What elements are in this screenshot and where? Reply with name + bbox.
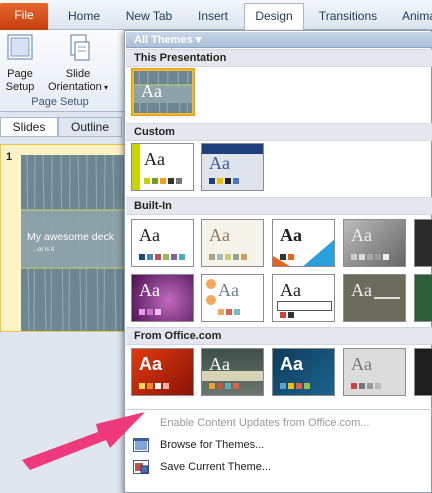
tab-animations[interactable]: Anima	[394, 4, 432, 30]
save-theme-icon	[133, 460, 149, 474]
section-this-presentation: This Presentation	[126, 49, 432, 67]
save-current-theme-label: Save Current Theme...	[160, 461, 272, 473]
tab-design[interactable]: Design	[244, 3, 304, 30]
chevron-down-icon: ▾	[101, 83, 109, 92]
all-themes-header[interactable]: All Themes ▾	[126, 32, 432, 48]
theme-apex[interactable]: Aa	[343, 219, 406, 267]
theme-color-chips	[209, 178, 239, 184]
theme-composite[interactable]: Aa	[343, 274, 406, 322]
page-setup-icon	[7, 34, 33, 60]
theme-office[interactable]: Aa	[131, 219, 194, 267]
theme-color-chips	[351, 383, 381, 389]
theme-custom-2[interactable]: Aa	[201, 143, 264, 191]
section-custom: Custom	[126, 123, 432, 141]
section-from-office: From Office.com	[126, 327, 432, 345]
tab-slides[interactable]: Slides	[0, 117, 58, 137]
tab-outline[interactable]: Outline	[58, 117, 122, 137]
theme-color-chips	[351, 254, 389, 260]
theme-dot	[206, 295, 216, 305]
theme-sample-text: Aa	[139, 280, 160, 300]
theme-partial-2[interactable]	[414, 274, 432, 322]
theme-color-chips	[280, 383, 310, 389]
theme-color-chips	[139, 254, 185, 260]
tab-transitions[interactable]: Transitions	[308, 4, 388, 30]
theme-clarity[interactable]: Aa	[272, 274, 335, 322]
theme-sample-text: Aa	[351, 354, 372, 374]
theme-accent-bar	[132, 144, 140, 190]
theme-sample-text: Aa	[141, 81, 162, 101]
theme-color-chips	[209, 254, 247, 260]
theme-adjacency[interactable]: Aa	[201, 219, 264, 267]
theme-office-com-2[interactable]: Aa	[201, 348, 264, 396]
theme-office-com-3[interactable]: Aa	[272, 348, 335, 396]
ribbon-page-setup-group: Page Setup Slide Orientation ▾ Page Setu…	[0, 30, 130, 112]
enable-content-updates-item: Enable Content Updates from Office.com..…	[126, 412, 432, 434]
slide-thumbnail[interactable]: My awesome deck ...or is it	[21, 155, 131, 331]
theme-color-chips	[139, 383, 169, 389]
theme-color-chips	[209, 383, 239, 389]
tab-home[interactable]: Home	[58, 4, 110, 30]
browse-themes-icon	[133, 438, 149, 452]
tab-file[interactable]: File	[0, 3, 48, 30]
slide-thumbnail-row[interactable]: 1 My awesome deck ...or is it	[0, 144, 131, 332]
theme-sample-text: Aa	[280, 354, 304, 374]
save-current-theme-item[interactable]: Save Current Theme...	[126, 456, 432, 478]
slide-orientation-label: Slide Orientation ▾	[47, 68, 109, 93]
slide-orientation-button[interactable]: Slide Orientation ▾	[42, 32, 114, 94]
theme-partial-3[interactable]	[414, 348, 432, 396]
theme-sample-text: Aa	[351, 280, 372, 300]
theme-sample-text: Aa	[144, 149, 165, 169]
ribbon-tab-bar: File Home New Tab Insert Design Transiti…	[0, 0, 432, 30]
theme-custom-1[interactable]: Aa	[131, 143, 194, 191]
theme-color-chips	[218, 309, 240, 315]
menu-separator	[126, 409, 432, 410]
theme-sample-text: Aa	[280, 280, 301, 300]
theme-color-chips	[139, 309, 161, 315]
theme-color-chips	[280, 312, 294, 318]
slide-title: My awesome deck	[27, 231, 114, 243]
theme-sample-text: Aa	[209, 354, 230, 374]
page-setup-label: Page Setup	[5, 68, 35, 93]
all-themes-label[interactable]: All Themes ▾	[134, 33, 201, 47]
theme-sample-text: Aa	[280, 225, 302, 245]
tab-new-tab[interactable]: New Tab	[116, 4, 182, 30]
theme-sample-text: Aa	[139, 225, 160, 245]
theme-angles[interactable]: Aa	[272, 219, 335, 267]
enable-content-updates-label: Enable Content Updates from Office.com..…	[160, 417, 370, 429]
browse-for-themes-item[interactable]: Browse for Themes...	[126, 434, 432, 456]
theme-rule	[374, 297, 400, 299]
slide-orientation-icon	[70, 34, 90, 61]
slide-number: 1	[6, 151, 13, 163]
theme-office-com-1[interactable]: Aa	[131, 348, 194, 396]
section-built-in: Built-In	[126, 197, 432, 215]
theme-dot	[206, 279, 216, 289]
theme-current[interactable]: Aa	[131, 68, 195, 116]
theme-sample-text: Aa	[218, 280, 239, 300]
theme-sample-text: Aa	[209, 225, 230, 245]
theme-sample-text: Aa	[139, 354, 163, 374]
theme-office-com-4[interactable]: Aa	[343, 348, 406, 396]
theme-sample-text: Aa	[209, 153, 230, 173]
theme-sample-text: Aa	[351, 225, 372, 245]
slides-pane: Slides Outline 1 My awesome deck ...or i…	[0, 112, 131, 493]
tab-insert[interactable]: Insert	[186, 4, 240, 30]
browse-for-themes-label: Browse for Themes...	[160, 439, 265, 451]
theme-austin[interactable]: Aa	[131, 274, 194, 322]
slide-subtitle: ...or is it	[33, 247, 55, 253]
theme-color-chips	[280, 254, 294, 260]
page-setup-button[interactable]: Page Setup	[2, 32, 38, 94]
group-label-page-setup: Page Setup	[31, 96, 89, 108]
theme-color-chips	[144, 178, 182, 184]
slide-background-texture	[21, 155, 131, 331]
theme-bar	[277, 301, 332, 311]
theme-partial-1[interactable]	[414, 219, 432, 267]
theme-civic[interactable]: Aa	[201, 274, 264, 322]
themes-gallery-dropdown: All Themes ▾ This Presentation Aa Custom…	[124, 30, 432, 493]
